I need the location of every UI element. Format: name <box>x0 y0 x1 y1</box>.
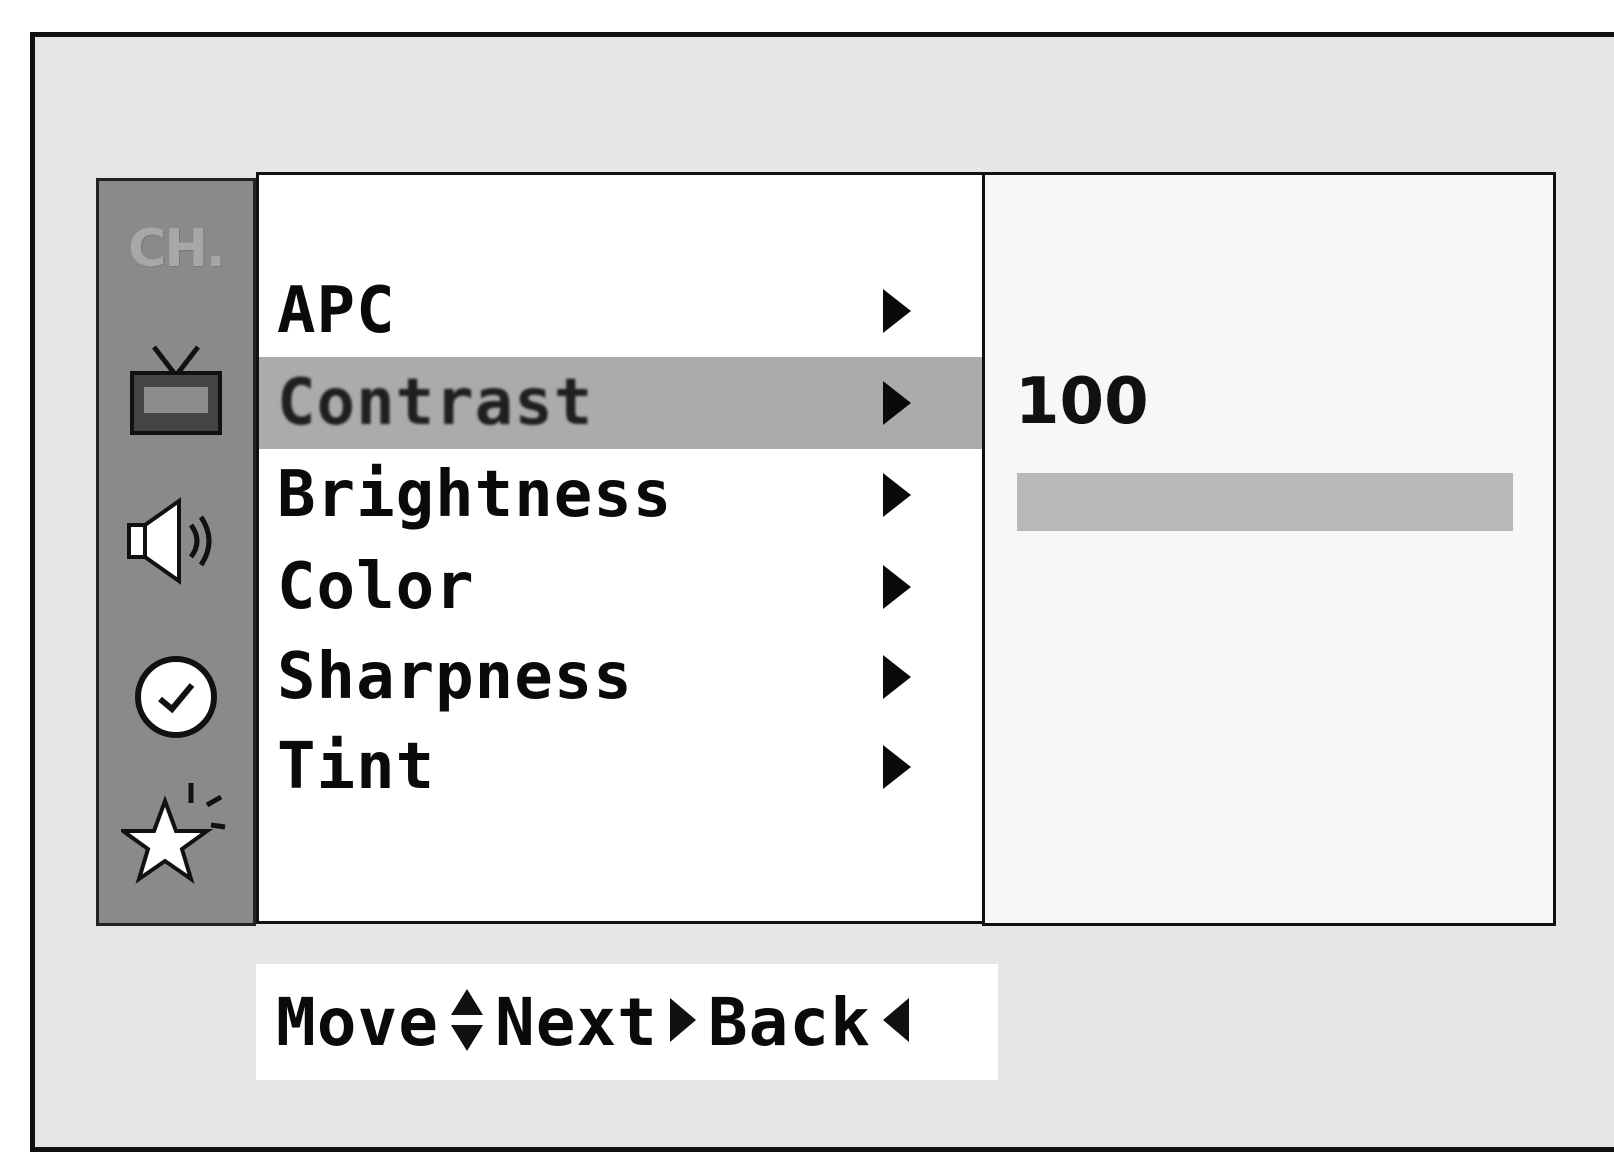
arrow-right-icon <box>883 745 911 789</box>
menu-item-label: Sharpness <box>277 640 633 714</box>
arrow-left-icon <box>879 992 913 1052</box>
adjustment-panel: 100 <box>982 172 1556 926</box>
contrast-slider-fill <box>1017 473 1513 531</box>
arrow-right-icon <box>883 473 911 517</box>
menu-item-label: APC <box>277 274 396 348</box>
menu-item-tint[interactable]: Tint <box>259 721 985 813</box>
menu-item-label: Contrast <box>277 366 594 440</box>
menu-item-contrast[interactable]: Contrast <box>259 357 985 449</box>
menu-item-apc[interactable]: APC <box>259 265 985 357</box>
menu-item-label: Brightness <box>277 458 673 532</box>
menu-item-label: Color <box>277 550 475 624</box>
menu-item-brightness[interactable]: Brightness <box>259 449 985 541</box>
arrow-right-icon <box>883 655 911 699</box>
ch-text-icon: CH. <box>128 219 225 279</box>
menu-item-label: Tint <box>277 730 436 804</box>
hint-move-label: Move <box>276 983 439 1061</box>
sidebar-item-channel[interactable]: CH. <box>99 209 253 289</box>
menu-item-sharpness[interactable]: Sharpness <box>259 631 985 723</box>
sidebar-item-sound[interactable] <box>99 493 253 593</box>
clock-icon <box>126 645 226 749</box>
star-icon <box>116 779 231 893</box>
menu-item-color[interactable]: Color <box>259 541 985 633</box>
sidebar-item-special[interactable] <box>99 781 253 891</box>
navigation-hint-bar: Move Next Back <box>256 964 998 1080</box>
arrow-right-icon <box>666 992 700 1052</box>
tv-icon <box>128 339 224 443</box>
hint-back-label: Back <box>707 983 871 1061</box>
arrow-right-icon <box>883 565 911 609</box>
picture-menu-list: APC Contrast Brightness Color Sharpness … <box>256 172 986 924</box>
sidebar-item-picture[interactable] <box>99 341 253 441</box>
contrast-value: 100 <box>1015 365 1149 439</box>
speaker-icon <box>121 491 231 595</box>
arrow-right-icon <box>883 381 911 425</box>
sidebar-item-time[interactable] <box>99 647 253 747</box>
arrow-right-icon <box>883 289 911 333</box>
up-down-arrow-icon <box>447 985 487 1059</box>
contrast-slider[interactable] <box>1017 473 1513 531</box>
category-sidebar: CH. <box>96 178 256 926</box>
hint-next-label: Next <box>494 983 658 1061</box>
